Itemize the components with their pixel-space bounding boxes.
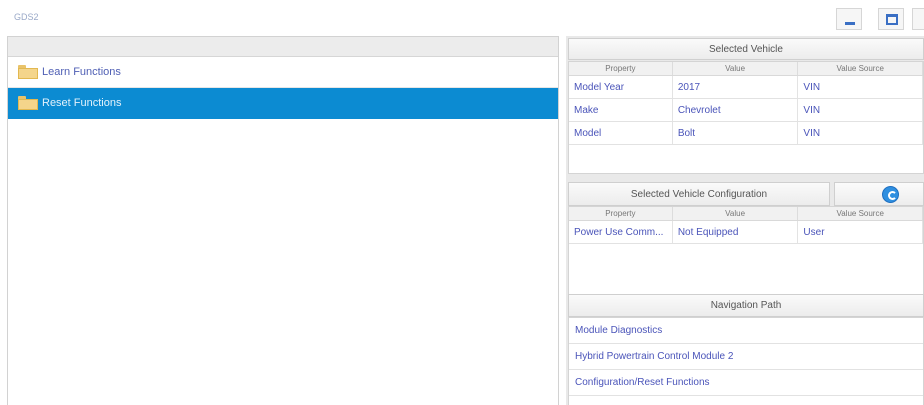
source-cell: VIN <box>798 99 923 121</box>
folder-icon <box>18 65 38 79</box>
title-bar: GDS2 <box>0 0 924 34</box>
tree-item-label: Learn Functions <box>42 66 121 78</box>
refresh-icon <box>882 186 899 203</box>
section-title: Selected Vehicle Configuration <box>630 188 768 200</box>
minimize-icon <box>845 22 855 25</box>
tree-header <box>8 37 558 57</box>
grid-header: Property Value Value Source <box>569 62 923 76</box>
value-cell: Not Equipped <box>673 221 799 243</box>
nav-path-item[interactable]: Hybrid Powertrain Control Module 2 <box>569 344 923 370</box>
function-tree-panel: Learn Functions Reset Functions <box>7 36 559 405</box>
table-row[interactable]: Model Bolt VIN <box>569 122 923 145</box>
grid-header: Property Value Value Source <box>569 207 923 221</box>
tree-item-label: Reset Functions <box>42 97 122 109</box>
vehicle-config-header: Selected Vehicle Configuration <box>568 182 830 206</box>
navigation-path-header: Navigation Path <box>568 294 924 317</box>
table-row[interactable]: Model Year 2017 VIN <box>569 76 923 99</box>
property-cell: Power Use Comm... <box>569 221 673 243</box>
nav-path-item[interactable]: Module Diagnostics <box>569 318 923 344</box>
tree-item-learn-functions[interactable]: Learn Functions <box>8 57 558 88</box>
section-title: Selected Vehicle <box>709 43 783 55</box>
property-cell: Model <box>569 122 673 144</box>
column-header[interactable]: Value Source <box>798 207 923 220</box>
section-title: Navigation Path <box>710 300 782 311</box>
column-header[interactable]: Value Source <box>798 62 923 75</box>
maximize-icon <box>886 14 898 25</box>
table-row[interactable]: Make Chevrolet VIN <box>569 99 923 122</box>
nav-path-item[interactable]: Configuration/Reset Functions <box>569 370 923 396</box>
minimize-button[interactable] <box>836 8 862 30</box>
selected-vehicle-grid: Property Value Value Source Model Year 2… <box>568 61 924 174</box>
app-label: GDS2 <box>14 12 39 22</box>
source-cell: VIN <box>798 122 923 144</box>
maximize-button[interactable] <box>878 8 904 30</box>
value-cell: Bolt <box>673 122 799 144</box>
tree-item-reset-functions[interactable]: Reset Functions <box>8 88 558 119</box>
column-header[interactable]: Property <box>569 62 673 75</box>
column-header[interactable]: Value <box>673 62 799 75</box>
column-header[interactable]: Value <box>673 207 799 220</box>
value-cell: Chevrolet <box>673 99 799 121</box>
property-cell: Make <box>569 99 673 121</box>
selected-vehicle-header: Selected Vehicle <box>568 38 924 60</box>
close-button[interactable] <box>912 8 924 30</box>
source-cell: User <box>798 221 923 243</box>
column-header[interactable]: Property <box>569 207 673 220</box>
property-cell: Model Year <box>569 76 673 98</box>
table-row[interactable]: Power Use Comm... Not Equipped User <box>569 221 923 244</box>
source-cell: VIN <box>798 76 923 98</box>
vehicle-info-panel: Selected Vehicle Property Value Value So… <box>566 36 924 405</box>
value-cell: 2017 <box>673 76 799 98</box>
navigation-path-list: Module Diagnostics Hybrid Powertrain Con… <box>568 317 924 405</box>
folder-icon <box>18 96 38 110</box>
refresh-button[interactable] <box>834 182 924 206</box>
